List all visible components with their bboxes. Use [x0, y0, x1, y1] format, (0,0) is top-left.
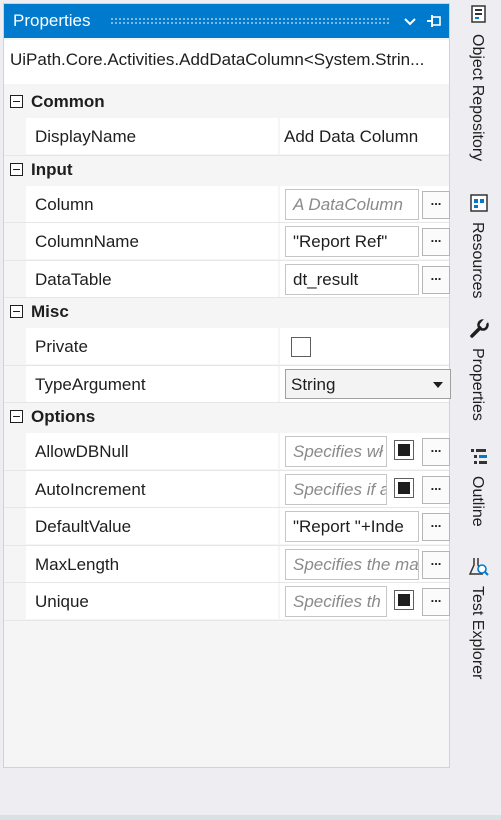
category-misc: Misc: [4, 298, 449, 328]
test-explorer-icon: [468, 556, 490, 578]
unique-field[interactable]: Specifies th: [285, 586, 387, 617]
property-value-cell: dt_result ...: [280, 260, 450, 297]
allowdbnull-checkbox[interactable]: [394, 440, 414, 460]
property-value-cell: String: [280, 365, 451, 402]
autoincrement-field[interactable]: Specifies if a: [285, 473, 387, 505]
selected-object-type: UiPath.Core.Activities.AddDataColumn<Sys…: [4, 40, 449, 84]
tab-label: Object Repository: [469, 34, 486, 162]
property-value-cell: [280, 328, 449, 364]
side-tool-tabs: Object Repository Resources Properties O…: [455, 0, 501, 800]
unique-ellipsis-button[interactable]: ...: [422, 588, 450, 616]
datatable-field[interactable]: dt_result: [285, 263, 419, 295]
property-name: Unique: [26, 583, 278, 619]
property-value-cell: Specifies if a ...: [280, 470, 450, 507]
property-row-columnname: ColumnName "Report Ref" ...: [4, 223, 450, 261]
datatable-ellipsis-button[interactable]: ...: [422, 265, 450, 294]
object-repository-icon: [468, 4, 490, 26]
tab-outline[interactable]: Outline: [460, 446, 496, 541]
property-name: ColumnName: [26, 223, 278, 259]
property-name: Private: [26, 328, 278, 364]
properties-titlebar[interactable]: Properties: [4, 4, 449, 38]
autoincrement-ellipsis-button[interactable]: ...: [422, 475, 450, 504]
pin-icon[interactable]: [424, 10, 444, 32]
property-row-datatable: DataTable dt_result ...: [4, 260, 450, 298]
allowdbnull-ellipsis-button[interactable]: ...: [422, 438, 450, 466]
property-name: DefaultValue: [26, 508, 278, 544]
category-label: Common: [31, 92, 105, 111]
property-row-unique: Unique Specifies th ...: [4, 583, 450, 621]
property-row-column: Column A DataColumn ...: [4, 185, 450, 223]
typeargument-select[interactable]: String: [285, 368, 451, 399]
collapse-icon[interactable]: [10, 162, 23, 176]
category-options: Options: [4, 403, 449, 433]
property-row-private: Private: [4, 328, 449, 366]
column-ellipsis-button[interactable]: ...: [422, 190, 450, 219]
property-name: AutoIncrement: [26, 470, 278, 507]
columnname-ellipsis-button[interactable]: ...: [422, 228, 450, 256]
tab-label: Outline: [469, 476, 486, 527]
collapse-icon[interactable]: [10, 95, 23, 108]
property-row-displayname: DisplayName Add Data Column: [4, 118, 449, 156]
defaultvalue-ellipsis-button[interactable]: ...: [422, 513, 450, 541]
property-value-cell: A DataColumn ...: [280, 185, 450, 222]
tab-properties[interactable]: Properties: [460, 318, 496, 433]
collapse-icon[interactable]: [10, 305, 23, 318]
category-common: Common: [4, 88, 449, 118]
property-row-maxlength: MaxLength Specifies the ma ...: [4, 545, 450, 583]
property-name: DisplayName: [26, 118, 278, 154]
properties-panel: Properties UiPath.Core.Activities.AddDat…: [3, 3, 451, 768]
autoincrement-checkbox[interactable]: [394, 477, 414, 498]
property-value-cell: Specifies the ma ...: [280, 545, 450, 582]
wrench-icon: [468, 318, 490, 340]
property-value-cell: "Report "+Inde ...: [280, 508, 450, 544]
resources-icon: [468, 192, 490, 214]
property-name: DataTable: [26, 260, 278, 297]
outline-icon: [468, 446, 490, 468]
property-value-cell: Specifies th ...: [280, 583, 450, 619]
collapse-icon[interactable]: [10, 410, 23, 423]
category-label: Input: [31, 159, 73, 179]
column-field[interactable]: A DataColumn: [285, 188, 419, 220]
dropdown-arrow-icon: [433, 381, 443, 388]
property-row-defaultvalue: DefaultValue "Report "+Inde ...: [4, 508, 450, 546]
columnname-field[interactable]: "Report Ref": [285, 226, 419, 257]
property-name: TypeArgument: [26, 365, 278, 402]
property-name: Column: [26, 185, 278, 222]
property-value-cell: "Report Ref" ...: [280, 223, 450, 259]
drag-grip[interactable]: [110, 17, 389, 25]
tab-label: Properties: [469, 348, 486, 421]
displayname-value[interactable]: Add Data Column: [284, 127, 418, 147]
maxlength-ellipsis-button[interactable]: ...: [422, 550, 450, 579]
tab-test-explorer[interactable]: Test Explorer: [460, 556, 496, 691]
category-label: Options: [31, 407, 96, 426]
property-row-autoincrement: AutoIncrement Specifies if a ...: [4, 470, 450, 508]
category-label: Misc: [31, 302, 69, 321]
allowdbnull-field[interactable]: Specifies wł: [285, 436, 387, 467]
tab-label: Resources: [469, 222, 486, 299]
maxlength-field[interactable]: Specifies the ma: [285, 548, 419, 580]
property-grid: Common DisplayName Add Data Column Input…: [4, 88, 451, 621]
chevron-down-icon[interactable]: [400, 10, 420, 32]
property-row-typeargument: TypeArgument String: [4, 365, 451, 403]
status-strip: [0, 815, 501, 820]
tab-label: Test Explorer: [469, 586, 486, 680]
defaultvalue-field[interactable]: "Report "+Inde: [285, 511, 419, 542]
property-value-cell: Specifies wł ...: [280, 433, 450, 469]
category-input: Input: [4, 155, 449, 186]
property-value-cell: Add Data Column: [280, 118, 449, 154]
typeargument-value: String: [291, 374, 336, 394]
tab-object-repository[interactable]: Object Repository: [460, 4, 496, 179]
property-name: MaxLength: [26, 545, 278, 582]
panel-title: Properties: [13, 11, 91, 30]
private-checkbox[interactable]: [291, 337, 311, 357]
unique-checkbox[interactable]: [394, 590, 414, 610]
property-row-allowdbnull: AllowDBNull Specifies wł ...: [4, 433, 450, 471]
tab-resources[interactable]: Resources: [460, 192, 496, 307]
property-name: AllowDBNull: [26, 433, 278, 469]
